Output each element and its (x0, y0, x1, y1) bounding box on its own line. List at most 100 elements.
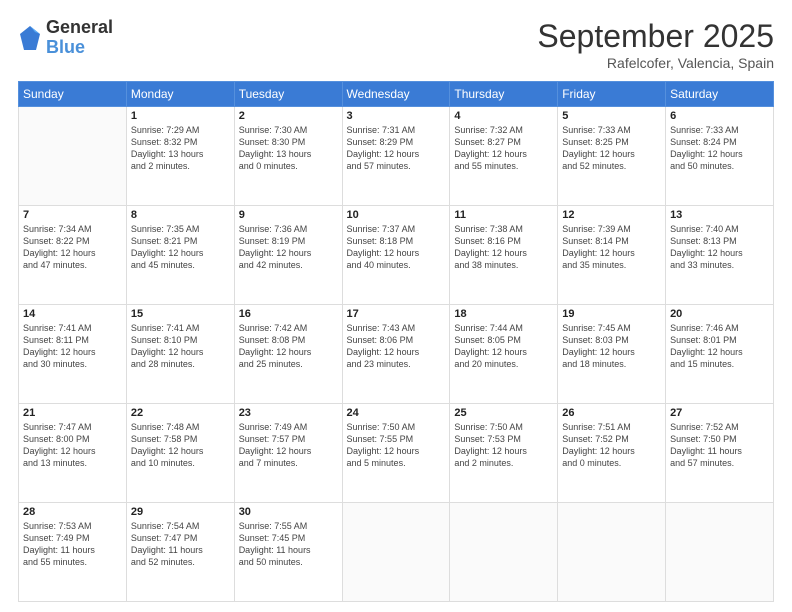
day-number: 19 (562, 308, 661, 320)
day-number: 1 (131, 110, 230, 122)
calendar-cell: 24 Sunrise: 7:50 AM Sunset: 7:55 PM Dayli… (342, 404, 450, 503)
cell-sun-info: Sunrise: 7:30 AM Sunset: 8:30 PM Dayligh… (239, 124, 338, 173)
calendar-week-1: 1Sunrise: 7:29 AM Sunset: 8:32 PM Daylig… (19, 107, 774, 206)
calendar-table: SundayMondayTuesdayWednesdayThursdayFrid… (18, 81, 774, 602)
day-number: 14 (23, 308, 122, 320)
calendar-cell: 5Sunrise: 7:33 AM Sunset: 8:25 PM Daylig… (558, 107, 666, 206)
cell-sun-info: Sunrise: 7:43 AM Sunset: 8:06 PM Dayligh… (347, 322, 446, 371)
cell-sun-info: Sunrise: 7:33 AM Sunset: 8:24 PM Dayligh… (670, 124, 769, 173)
calendar-cell: 20Sunrise: 7:46 AM Sunset: 8:01 PM Dayli… (666, 305, 774, 404)
cell-sun-info: Sunrise: 7:54 AM Sunset: 7:47 PM Dayligh… (131, 520, 230, 569)
day-number: 18 (454, 308, 553, 320)
calendar-cell: 22 Sunrise: 7:48 AM Sunset: 7:58 PM Dayli… (126, 404, 234, 503)
calendar-cell: 17 Sunrise: 7:43 AM Sunset: 8:06 PM Dayli… (342, 305, 450, 404)
day-number: 15 (131, 308, 230, 320)
calendar-cell: 9Sunrise: 7:36 AM Sunset: 8:19 PM Daylig… (234, 206, 342, 305)
calendar-cell (666, 503, 774, 602)
day-number: 17 (347, 308, 446, 320)
cell-sun-info: Sunrise: 7:52 AM Sunset: 7:50 PM Dayligh… (670, 421, 769, 470)
calendar-week-4: 21 Sunrise: 7:47 AM Sunset: 8:00 PM Dayli… (19, 404, 774, 503)
day-number: 23 (239, 407, 338, 419)
logo-general-text: General (46, 18, 113, 38)
cell-sun-info: Sunrise: 7:41 AM Sunset: 8:11 PM Dayligh… (23, 322, 122, 371)
cell-sun-info: Sunrise: 7:35 AM Sunset: 8:21 PM Dayligh… (131, 223, 230, 272)
calendar-cell: 8 Sunrise: 7:35 AM Sunset: 8:21 PM Daylig… (126, 206, 234, 305)
day-number: 21 (23, 407, 122, 419)
day-header-wednesday: Wednesday (342, 82, 450, 107)
day-number: 7 (23, 209, 122, 221)
day-number: 27 (670, 407, 769, 419)
cell-sun-info: Sunrise: 7:39 AM Sunset: 8:14 PM Dayligh… (562, 223, 661, 272)
day-number: 9 (239, 209, 338, 221)
cell-sun-info: Sunrise: 7:33 AM Sunset: 8:25 PM Dayligh… (562, 124, 661, 173)
cell-sun-info: Sunrise: 7:42 AM Sunset: 8:08 PM Dayligh… (239, 322, 338, 371)
day-number: 29 (131, 506, 230, 518)
day-number: 11 (454, 209, 553, 221)
calendar-cell: 10Sunrise: 7:37 AM Sunset: 8:18 PM Dayli… (342, 206, 450, 305)
calendar-week-2: 7 Sunrise: 7:34 AM Sunset: 8:22 PM Daylig… (19, 206, 774, 305)
day-number: 30 (239, 506, 338, 518)
cell-sun-info: Sunrise: 7:32 AM Sunset: 8:27 PM Dayligh… (454, 124, 553, 173)
day-header-sunday: Sunday (19, 82, 127, 107)
calendar-cell: 21 Sunrise: 7:47 AM Sunset: 8:00 PM Dayli… (19, 404, 127, 503)
calendar-cell: 29 Sunrise: 7:54 AM Sunset: 7:47 PM Dayli… (126, 503, 234, 602)
calendar-cell (450, 503, 558, 602)
logo-text: General Blue (46, 18, 113, 58)
calendar-cell: 16 Sunrise: 7:42 AM Sunset: 8:08 PM Dayli… (234, 305, 342, 404)
day-number: 22 (131, 407, 230, 419)
logo: General Blue (18, 18, 113, 58)
day-number: 12 (562, 209, 661, 221)
calendar-cell: 6 Sunrise: 7:33 AM Sunset: 8:24 PM Daylig… (666, 107, 774, 206)
calendar-cell: 14 Sunrise: 7:41 AM Sunset: 8:11 PM Dayli… (19, 305, 127, 404)
page: General Blue September 2025 Rafelcofer, … (0, 0, 792, 612)
calendar-cell: 25Sunrise: 7:50 AM Sunset: 7:53 PM Dayli… (450, 404, 558, 503)
cell-sun-info: Sunrise: 7:51 AM Sunset: 7:52 PM Dayligh… (562, 421, 661, 470)
day-header-tuesday: Tuesday (234, 82, 342, 107)
day-number: 2 (239, 110, 338, 122)
logo-blue-text: Blue (46, 38, 113, 58)
day-number: 4 (454, 110, 553, 122)
calendar-cell: 30 Sunrise: 7:55 AM Sunset: 7:45 PM Dayli… (234, 503, 342, 602)
day-number: 16 (239, 308, 338, 320)
cell-sun-info: Sunrise: 7:46 AM Sunset: 8:01 PM Dayligh… (670, 322, 769, 371)
header: General Blue September 2025 Rafelcofer, … (18, 18, 774, 71)
day-number: 3 (347, 110, 446, 122)
calendar-cell: 26 Sunrise: 7:51 AM Sunset: 7:52 PM Dayli… (558, 404, 666, 503)
location-subtitle: Rafelcofer, Valencia, Spain (537, 55, 774, 71)
calendar-week-5: 28Sunrise: 7:53 AM Sunset: 7:49 PM Dayli… (19, 503, 774, 602)
calendar-cell: 27 Sunrise: 7:52 AM Sunset: 7:50 PM Dayli… (666, 404, 774, 503)
calendar-cell: 7 Sunrise: 7:34 AM Sunset: 8:22 PM Daylig… (19, 206, 127, 305)
day-header-thursday: Thursday (450, 82, 558, 107)
days-header-row: SundayMondayTuesdayWednesdayThursdayFrid… (19, 82, 774, 107)
cell-sun-info: Sunrise: 7:38 AM Sunset: 8:16 PM Dayligh… (454, 223, 553, 272)
cell-sun-info: Sunrise: 7:47 AM Sunset: 8:00 PM Dayligh… (23, 421, 122, 470)
cell-sun-info: Sunrise: 7:41 AM Sunset: 8:10 PM Dayligh… (131, 322, 230, 371)
day-number: 13 (670, 209, 769, 221)
calendar-cell: 11 Sunrise: 7:38 AM Sunset: 8:16 PM Dayli… (450, 206, 558, 305)
calendar-cell: 2 Sunrise: 7:30 AM Sunset: 8:30 PM Daylig… (234, 107, 342, 206)
cell-sun-info: Sunrise: 7:55 AM Sunset: 7:45 PM Dayligh… (239, 520, 338, 569)
day-header-saturday: Saturday (666, 82, 774, 107)
calendar-cell (342, 503, 450, 602)
calendar-cell: 12 Sunrise: 7:39 AM Sunset: 8:14 PM Dayli… (558, 206, 666, 305)
cell-sun-info: Sunrise: 7:50 AM Sunset: 7:53 PM Dayligh… (454, 421, 553, 470)
calendar-cell: 13Sunrise: 7:40 AM Sunset: 8:13 PM Dayli… (666, 206, 774, 305)
cell-sun-info: Sunrise: 7:44 AM Sunset: 8:05 PM Dayligh… (454, 322, 553, 371)
calendar-cell: 15 Sunrise: 7:41 AM Sunset: 8:10 PM Dayli… (126, 305, 234, 404)
calendar-cell (19, 107, 127, 206)
day-number: 28 (23, 506, 122, 518)
day-header-friday: Friday (558, 82, 666, 107)
day-number: 26 (562, 407, 661, 419)
cell-sun-info: Sunrise: 7:34 AM Sunset: 8:22 PM Dayligh… (23, 223, 122, 272)
cell-sun-info: Sunrise: 7:49 AM Sunset: 7:57 PM Dayligh… (239, 421, 338, 470)
calendar-cell: 1Sunrise: 7:29 AM Sunset: 8:32 PM Daylig… (126, 107, 234, 206)
day-number: 24 (347, 407, 446, 419)
calendar-cell: 4 Sunrise: 7:32 AM Sunset: 8:27 PM Daylig… (450, 107, 558, 206)
title-block: September 2025 Rafelcofer, Valencia, Spa… (537, 18, 774, 71)
cell-sun-info: Sunrise: 7:50 AM Sunset: 7:55 PM Dayligh… (347, 421, 446, 470)
day-number: 6 (670, 110, 769, 122)
day-number: 10 (347, 209, 446, 221)
day-number: 8 (131, 209, 230, 221)
cell-sun-info: Sunrise: 7:48 AM Sunset: 7:58 PM Dayligh… (131, 421, 230, 470)
calendar-cell: 19Sunrise: 7:45 AM Sunset: 8:03 PM Dayli… (558, 305, 666, 404)
